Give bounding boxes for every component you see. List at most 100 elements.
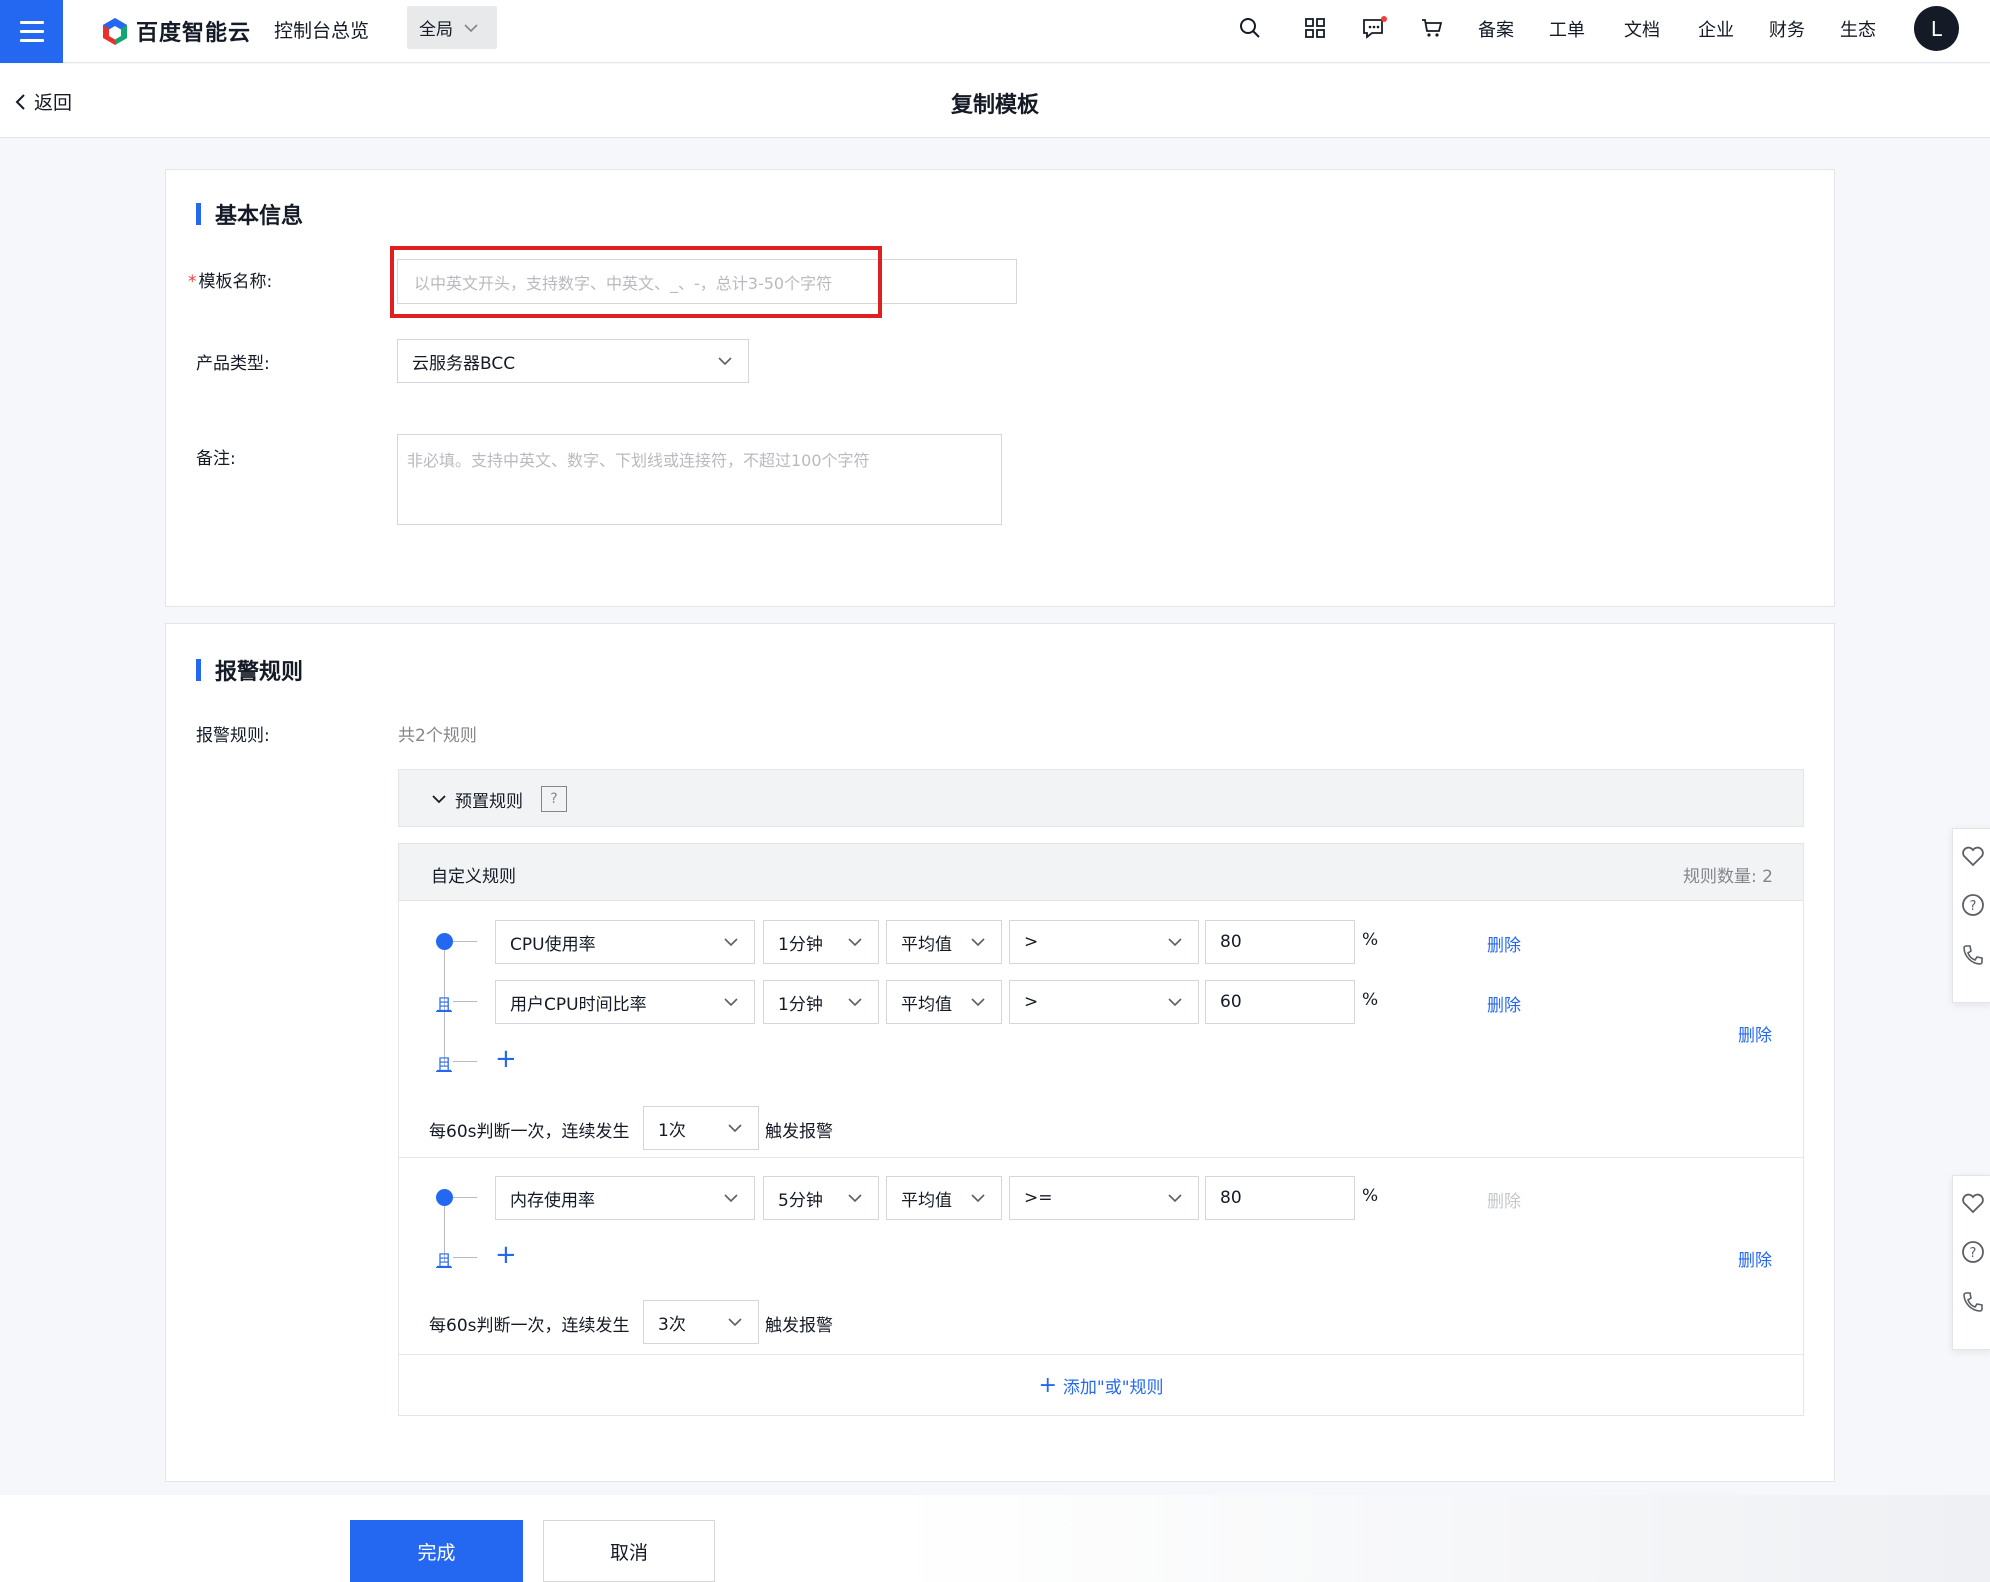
chevron-down-icon [718,357,732,366]
page-title: 复制模板 [950,93,1039,118]
alarm-rules-title: 报警规则 [196,654,303,686]
rule-group: 内存使用率 5分钟 平均值 >= 80 % 删除 且 + 删除 每60s判断一次… [399,1158,1803,1354]
times-select[interactable]: 1次 [643,1106,759,1150]
basic-info-title: 基本信息 [196,198,303,230]
metric-select[interactable]: 内存使用率 [495,1176,755,1220]
frequency-prefix: 每60s判断一次，连续发生 [429,1122,630,1142]
svg-text:?: ? [1969,899,1976,914]
chevron-down-icon [432,795,446,804]
remark-textarea[interactable]: 非必填。支持中英文、数字、下划线或连接符，不超过100个字符 [397,434,1002,525]
add-condition-icon[interactable]: + [495,1242,517,1268]
menu-icon[interactable] [0,0,63,63]
section-accent-bar [196,659,201,681]
cart-icon[interactable] [1418,14,1446,42]
rule-count-label: 规则数量: 2 [1683,867,1773,887]
statistic-select[interactable]: 平均值 [886,920,1002,964]
alarm-rules-label: 报警规则: [196,726,270,746]
delete-condition-link[interactable]: 删除 [1487,931,1521,956]
threshold-input[interactable]: 80 [1205,1176,1355,1220]
add-or-rule-label: 添加"或"规则 [1062,1377,1164,1398]
metric-select[interactable]: 用户CPU时间比率 [495,980,755,1024]
frequency-prefix: 每60s判断一次，连续发生 [429,1316,630,1336]
metric-select[interactable]: CPU使用率 [495,920,755,964]
delete-group-link[interactable]: 删除 [1738,1021,1772,1046]
phone-icon[interactable] [1961,943,1985,967]
help-circle-icon[interactable]: ? [1961,1240,1985,1264]
threshold-value: 80 [1220,932,1242,952]
custom-rules-header: 自定义规则 规则数量: 2 [399,844,1803,901]
operator-select[interactable]: > [1009,980,1199,1024]
footer-action-bar: 完成 取消 [0,1495,1990,1582]
rules-count-text: 共2个规则 [398,726,477,746]
chevron-down-icon [724,938,738,947]
rule-start-dot [436,1189,453,1206]
frequency-suffix: 触发报警 [765,1316,833,1336]
remark-label: 备注: [196,449,236,469]
help-circle-icon[interactable]: ? [1961,893,1985,917]
alarm-rules-card: 报警规则 报警规则: 共2个规则 预置规则 ? 自定义规则 规则数量: 2 CP… [165,623,1835,1482]
favorite-icon[interactable] [1961,1192,1985,1214]
threshold-input[interactable]: 80 [1205,920,1355,964]
connector-line [453,1257,477,1258]
preset-rules-panel[interactable]: 预置规则 ? [398,769,1804,827]
topnav-link-finance[interactable]: 财务 [1769,16,1805,42]
operator-value: > [1024,932,1039,952]
template-name-label: * 模板名称: [188,267,272,292]
region-select[interactable]: 全局 [407,6,497,49]
product-type-select[interactable]: 云服务器BCC [397,339,749,383]
highlight-box [390,246,882,318]
topnav-link-beian[interactable]: 备案 [1478,16,1514,42]
custom-rules-label: 自定义规则 [431,867,516,887]
connector-line [453,1061,477,1062]
page-header: 返回 复制模板 [0,64,1990,138]
operator-value: >= [1024,1188,1053,1208]
operator-select[interactable]: > [1009,920,1199,964]
threshold-input[interactable]: 60 [1205,980,1355,1024]
remark-placeholder: 非必填。支持中英文、数字、下划线或连接符，不超过100个字符 [407,451,870,470]
topnav-link-enterprise[interactable]: 企业 [1698,16,1734,42]
add-or-rule-button[interactable]: + 添加"或"规则 [399,1355,1803,1415]
basic-info-card: 基本信息 * 模板名称: 以中英文开头，支持数字、中英文、_、-，总计3-50个字… [165,169,1835,607]
statistic-select[interactable]: 平均值 [886,1176,1002,1220]
cancel-button[interactable]: 取消 [543,1520,715,1582]
metric-value: 用户CPU时间比率 [510,994,647,1015]
metric-value: CPU使用率 [510,934,596,955]
console-overview-link[interactable]: 控制台总览 [274,16,369,43]
statistic-select[interactable]: 平均值 [886,980,1002,1024]
topnav-link-docs[interactable]: 文档 [1624,16,1660,42]
preset-rules-toggle[interactable]: 预置规则 ? [431,786,567,812]
topnav-link-ecosystem[interactable]: 生态 [1840,16,1876,42]
product-type-label: 产品类型: [196,354,270,374]
add-condition-icon[interactable]: + [495,1046,517,1072]
topnav-link-ticket[interactable]: 工单 [1549,16,1585,42]
chevron-down-icon [724,1194,738,1203]
and-label: 且 [436,995,453,1014]
rule-start-dot [436,933,453,950]
chevron-down-icon [1168,998,1182,1007]
submit-button[interactable]: 完成 [350,1520,523,1582]
connector-line [453,941,477,942]
period-select[interactable]: 1分钟 [763,920,879,964]
times-select[interactable]: 3次 [643,1300,759,1344]
apps-grid-icon[interactable] [1301,14,1329,42]
section-accent-bar [196,203,201,225]
user-avatar[interactable]: L [1914,6,1959,51]
help-icon[interactable]: ? [541,786,567,812]
top-navbar: 百度智能云 控制台总览 全局 备案 工单 文档 企业 财务 生态 L [0,0,1990,63]
operator-select[interactable]: >= [1009,1176,1199,1220]
svg-text:?: ? [1969,1246,1976,1261]
delete-condition-link[interactable]: 删除 [1487,991,1521,1016]
and-label: 且 [436,1055,453,1074]
period-select[interactable]: 1分钟 [763,980,879,1024]
search-icon[interactable] [1236,14,1264,42]
brand-logo[interactable]: 百度智能云 [100,14,251,48]
favorite-icon[interactable] [1961,845,1985,867]
delete-group-link[interactable]: 删除 [1738,1246,1772,1271]
period-select[interactable]: 5分钟 [763,1176,879,1220]
operator-value: > [1024,992,1039,1012]
chevron-down-icon [464,23,478,32]
phone-icon[interactable] [1961,1290,1985,1314]
frequency-suffix: 触发报警 [765,1122,833,1142]
message-icon[interactable] [1360,14,1388,42]
product-type-value: 云服务器BCC [412,353,516,374]
